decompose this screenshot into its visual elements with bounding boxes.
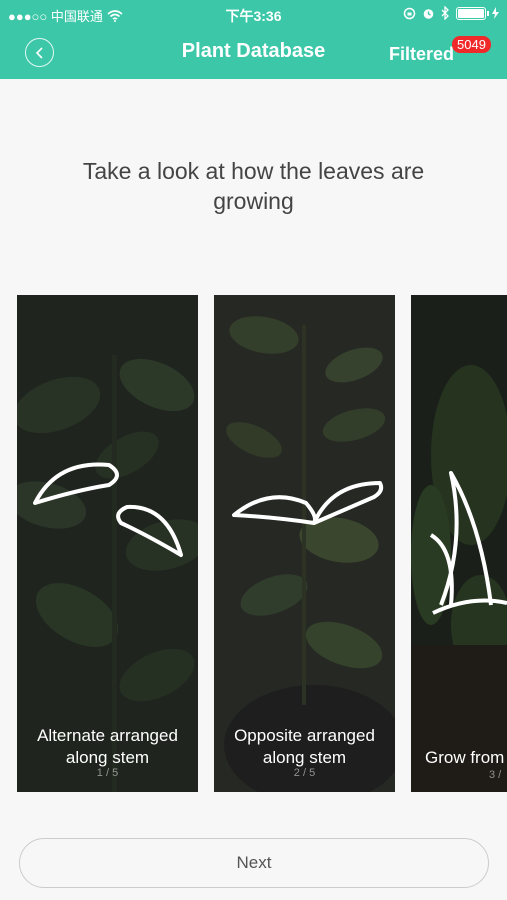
status-right [403, 6, 499, 20]
card-label-line2: along stem [262, 748, 347, 767]
next-button[interactable]: Next [19, 838, 489, 888]
card-label-line1: Grow from [425, 748, 505, 767]
card-pager: 2 / 5 [293, 767, 316, 779]
option-card-opposite[interactable]: Opposite arranged along stem 2 / 5 [214, 295, 395, 792]
card-pager: 1 / 5 [96, 767, 119, 779]
alternate-leaf-icon [33, 462, 183, 557]
option-card-alternate[interactable]: Alternate arranged along stem 1 / 5 [17, 295, 198, 792]
basal-leaf-icon [429, 471, 507, 615]
card-label-line1: Alternate arranged [37, 726, 178, 745]
filtered-button[interactable]: Filtered [389, 44, 454, 65]
opposite-leaf-icon [232, 481, 384, 525]
card-pager: 3 / [489, 769, 502, 781]
card-label: Opposite arranged along stem [214, 725, 395, 769]
card-label-line2: along stem [65, 748, 150, 767]
battery-icon [456, 6, 489, 20]
bluetooth-icon [441, 6, 449, 20]
card-label: Alternate arranged along stem [17, 725, 198, 769]
filtered-count-badge: 5049 [452, 36, 491, 53]
question-text: Take a look at how the leaves are growin… [82, 158, 425, 214]
card-label-line1: Opposite arranged [234, 726, 375, 745]
card-label: Grow from [425, 747, 504, 769]
alarm-icon [423, 8, 434, 19]
option-card-grow-from-base[interactable]: Grow from 3 / [411, 295, 507, 792]
rotation-lock-icon [403, 7, 416, 19]
charging-icon [492, 7, 499, 19]
status-bar: ●●●○○ 中国联通 下午3:36 [0, 0, 507, 28]
